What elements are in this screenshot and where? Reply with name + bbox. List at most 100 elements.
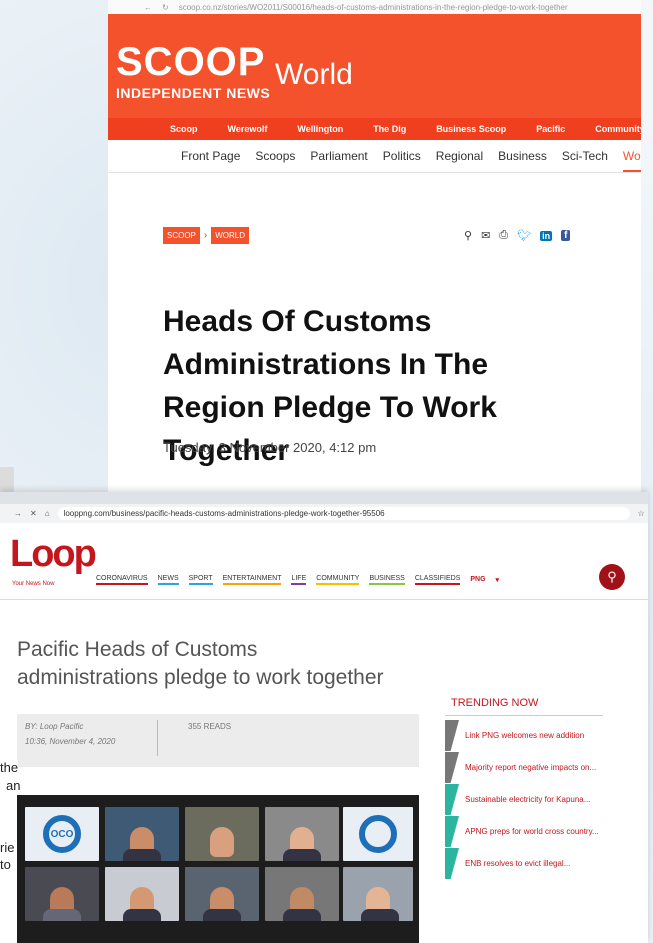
- person: [283, 909, 321, 921]
- person: [210, 827, 234, 857]
- reload-icon[interactable]: ↻: [162, 3, 169, 12]
- loop-page: → ✕ ⌂ looppng.com/business/pacific-heads…: [0, 492, 648, 943]
- subnav-item[interactable]: Community: [595, 124, 641, 134]
- scoop-section-title: World: [275, 58, 353, 91]
- loop-nav: CORONAVIRUS NEWS SPORT ENTERTAINMENT LIF…: [96, 575, 499, 585]
- photo-tile: [265, 867, 339, 921]
- read-count: 355 READS: [188, 722, 232, 731]
- scoop-url[interactable]: scoop.co.nz/stories/WO2011/S00016/heads-…: [179, 3, 568, 12]
- nav-regional[interactable]: Regional: [436, 149, 483, 163]
- trending-item[interactable]: APNG preps for world cross country...: [445, 816, 603, 847]
- nav-politics[interactable]: Politics: [383, 149, 421, 163]
- photo-tile: OCO: [25, 807, 99, 861]
- nav-news[interactable]: NEWS: [157, 575, 179, 585]
- oco-logo: [359, 815, 397, 853]
- video-conference-photo: OCO: [17, 795, 419, 943]
- loop-search-button[interactable]: ⚲: [599, 564, 625, 590]
- person: [123, 849, 161, 861]
- subnav-item[interactable]: Scoop: [170, 124, 198, 134]
- loop-address-bar: → ✕ ⌂ looppng.com/business/pacific-heads…: [0, 504, 648, 523]
- scoop-header: SCOOP INDEPENDENT NEWS World: [108, 14, 641, 118]
- loop-logo[interactable]: Loop: [10, 533, 97, 576]
- publish-datetime: 10:36, November 4, 2020: [25, 737, 116, 746]
- article-date: Tuesday, 3 November 2020, 4:12 pm: [163, 440, 377, 455]
- nav-business[interactable]: Business: [498, 149, 547, 163]
- facebook-icon[interactable]: f: [561, 230, 571, 241]
- trending-link[interactable]: APNG preps for world cross country...: [465, 827, 599, 836]
- trending-link[interactable]: Sustainable electricity for Kapuna...: [465, 795, 590, 804]
- trending-item[interactable]: Link PNG welcomes new addition: [445, 720, 603, 751]
- share-tools: ⚲ ✉ ⎙ 🐦︎ in f: [464, 229, 571, 242]
- loop-headline: Pacific Heads of Customs administrations…: [17, 638, 384, 689]
- person: [43, 909, 81, 921]
- search-icon[interactable]: ⚲: [464, 229, 472, 242]
- photo-tile: [105, 867, 179, 921]
- background-text: an: [6, 778, 21, 793]
- nav-world[interactable]: World: [622, 149, 641, 172]
- trending-marker: [445, 720, 459, 751]
- nav-coronavirus[interactable]: CORONAVIRUS: [96, 575, 148, 585]
- trending-item[interactable]: Majority report negative impacts on...: [445, 752, 603, 783]
- breadcrumb-scoop[interactable]: SCOOP: [163, 227, 200, 244]
- scoop-address-bar[interactable]: ← ↻ scoop.co.nz/stories/WO2011/S00016/he…: [108, 0, 641, 14]
- trending-link[interactable]: Link PNG welcomes new addition: [465, 731, 584, 740]
- nav-business[interactable]: BUSINESS: [369, 575, 405, 585]
- oco-logo: OCO: [43, 815, 81, 853]
- home-icon[interactable]: ⌂: [45, 509, 50, 518]
- scoop-page: ← ↻ scoop.co.nz/stories/WO2011/S00016/he…: [108, 0, 641, 498]
- trending-item[interactable]: Sustainable electricity for Kapuna...: [445, 784, 603, 815]
- trending-link[interactable]: ENB resolves to evict illegal...: [465, 859, 570, 868]
- trending-item[interactable]: ENB resolves to evict illegal...: [445, 848, 603, 879]
- background-text: to: [0, 857, 11, 872]
- article-meta: BY: Loop Pacific 10:36, November 4, 2020…: [17, 714, 419, 767]
- nav-sport[interactable]: SPORT: [188, 575, 213, 585]
- chevron-down-icon[interactable]: ▾: [496, 576, 500, 585]
- forward-icon[interactable]: →: [14, 509, 22, 518]
- loop-logo-tagline: Your News Now: [12, 581, 55, 587]
- subnav-item[interactable]: Business Scoop: [436, 124, 506, 134]
- loop-header: Loop Your News Now CORONAVIRUS NEWS SPOR…: [0, 523, 648, 600]
- linkedin-icon[interactable]: in: [540, 230, 553, 241]
- background-text: rie: [0, 840, 15, 855]
- nav-classifieds[interactable]: CLASSIFIEDS: [414, 575, 461, 585]
- nav-scoops[interactable]: Scoops: [255, 149, 295, 163]
- subnav-item[interactable]: Pacific: [536, 124, 565, 134]
- print-icon[interactable]: ⎙: [499, 229, 508, 242]
- breadcrumb: SCOOP › WORLD: [163, 227, 250, 244]
- nav-front-page[interactable]: Front Page: [181, 149, 240, 163]
- photo-tile: [265, 807, 339, 861]
- scoop-subnav: Scoop Werewolf Wellington The Dig Busine…: [108, 118, 641, 140]
- star-icon[interactable]: ☆: [638, 509, 645, 518]
- trending-marker: [445, 784, 459, 815]
- nav-community[interactable]: COMMUNITY: [316, 575, 360, 585]
- nav-life[interactable]: LIFE: [291, 575, 307, 585]
- photo-tile: [25, 867, 99, 921]
- photo-tile: [343, 807, 413, 861]
- email-icon[interactable]: ✉: [481, 229, 490, 242]
- scoop-logo[interactable]: SCOOP: [116, 42, 265, 82]
- subnav-item[interactable]: Werewolf: [228, 124, 268, 134]
- breadcrumb-world[interactable]: WORLD: [211, 227, 250, 244]
- background-text: the: [0, 760, 19, 775]
- scoop-tagline: INDEPENDENT NEWS: [116, 85, 271, 101]
- browser-tab-strip[interactable]: [0, 492, 648, 504]
- nav-parliament[interactable]: Parliament: [310, 149, 367, 163]
- back-icon[interactable]: ←: [144, 3, 152, 12]
- nav-sci-tech[interactable]: Sci-Tech: [562, 149, 608, 163]
- divider: [445, 715, 603, 716]
- person: [203, 909, 241, 921]
- twitter-icon[interactable]: 🐦︎: [517, 229, 531, 242]
- subnav-item[interactable]: The Dig: [373, 124, 406, 134]
- scoop-main-nav: Front Page Scoops Parliament Politics Re…: [108, 140, 641, 173]
- subnav-item[interactable]: Wellington: [297, 124, 343, 134]
- trending-marker: [445, 816, 459, 847]
- photo-tile: [105, 807, 179, 861]
- region-selector[interactable]: PNG: [470, 576, 485, 584]
- photo-tile: [343, 867, 413, 921]
- close-icon[interactable]: ✕: [30, 509, 37, 518]
- chevron-right-icon: ›: [203, 230, 208, 241]
- loop-url[interactable]: looppng.com/business/pacific-heads-custo…: [57, 507, 630, 520]
- nav-entertainment[interactable]: ENTERTAINMENT: [222, 575, 282, 585]
- trending-link[interactable]: Majority report negative impacts on...: [465, 763, 596, 772]
- person: [283, 849, 321, 861]
